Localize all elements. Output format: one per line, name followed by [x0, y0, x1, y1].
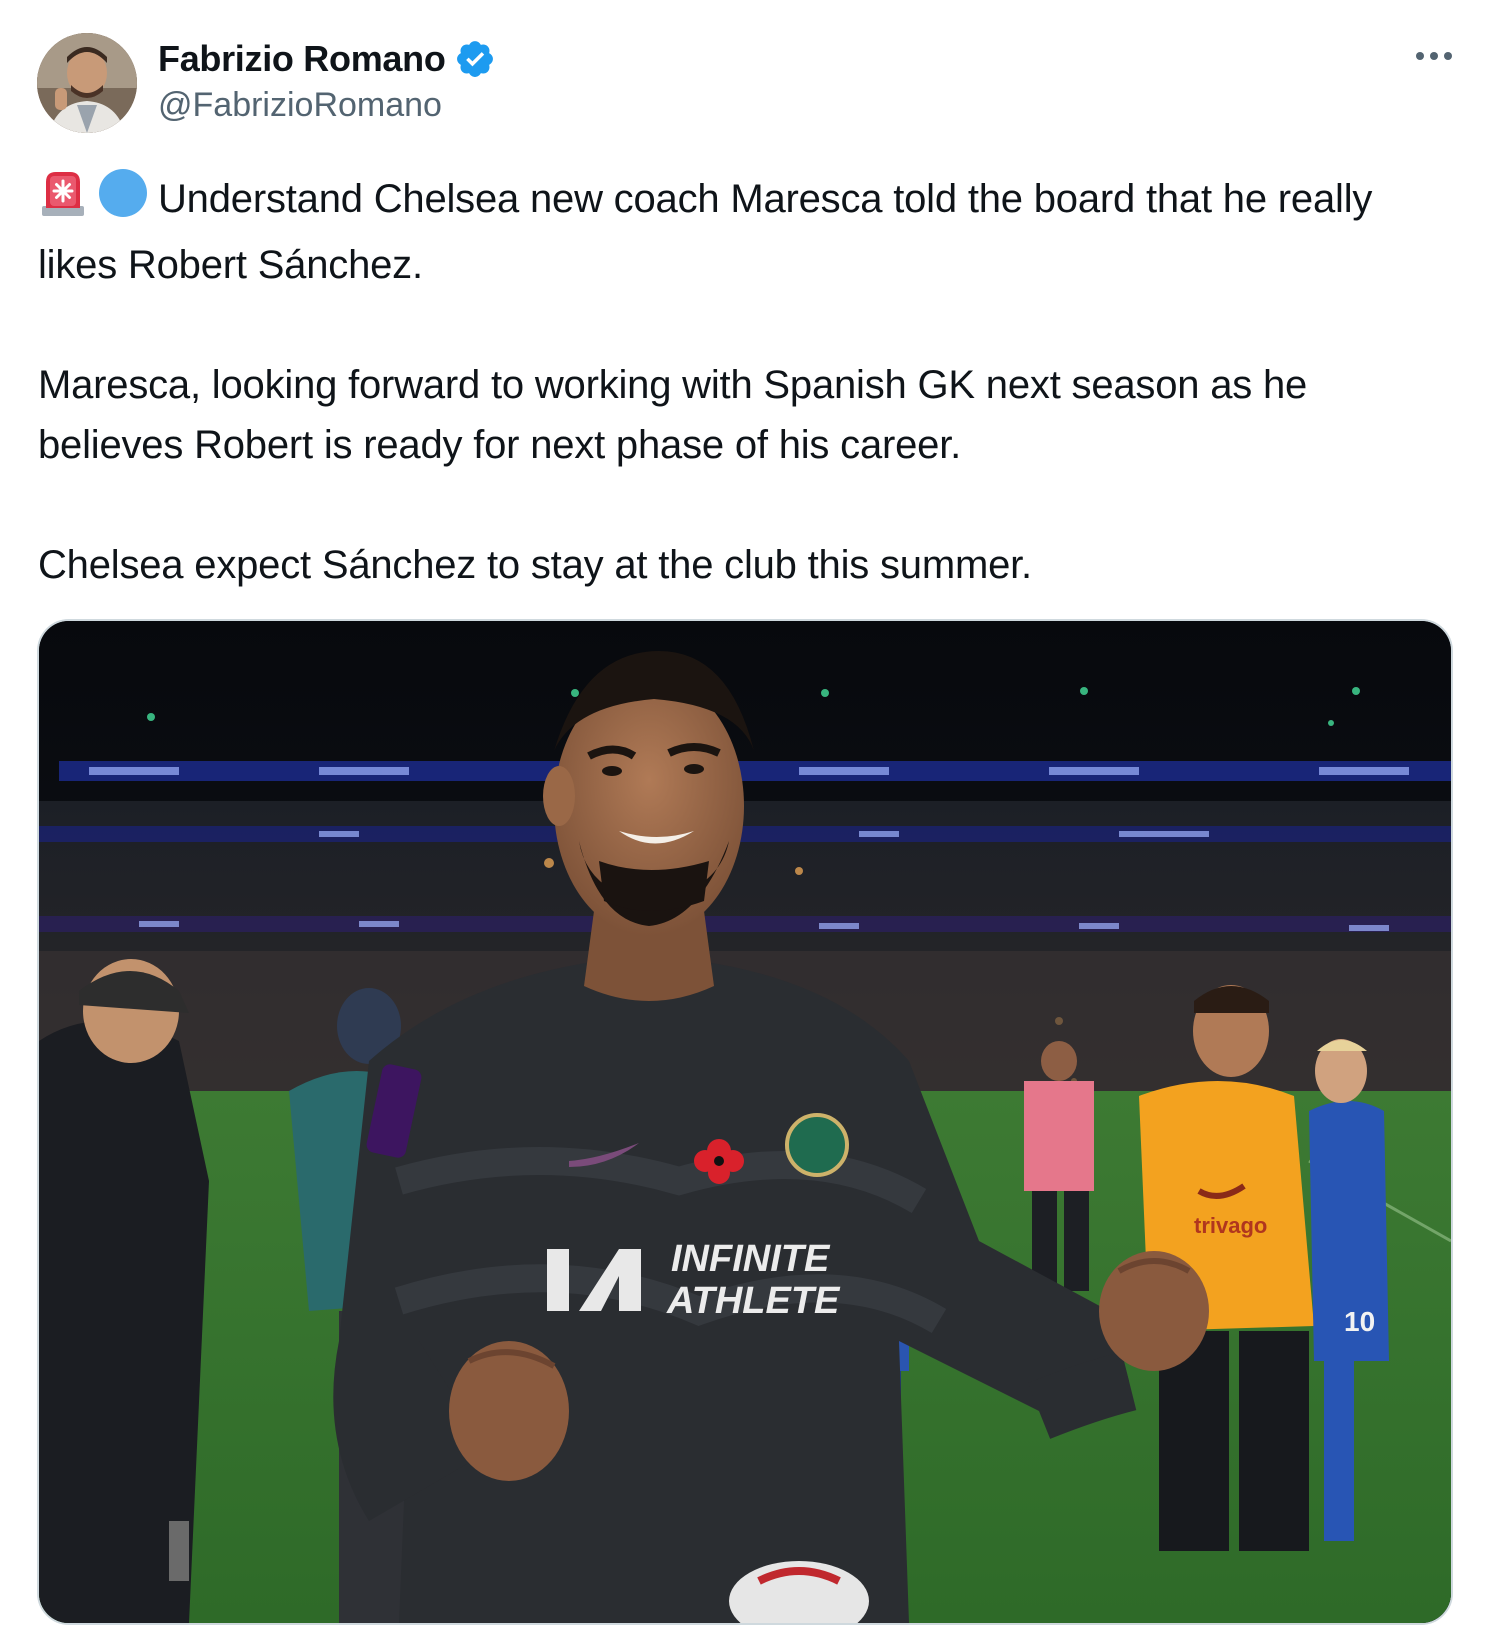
- more-horizontal-icon: [1416, 52, 1452, 60]
- kit-sponsor-text-1: INFINITE: [671, 1238, 831, 1280]
- goalkeeper-celebration-photo: trivago 10 5: [39, 621, 1451, 1623]
- tweet-media-photo[interactable]: trivago 10 5: [37, 619, 1453, 1625]
- tweet-text: Understand Chelsea new coach Maresca tol…: [38, 168, 1458, 595]
- verified-badge-icon: [454, 38, 496, 80]
- profile-photo: [37, 33, 137, 133]
- tweet-paragraph-2: Maresca, looking forward to working with…: [38, 363, 1308, 467]
- avatar[interactable]: [37, 33, 137, 133]
- tweet-paragraph-3: Chelsea expect Sánchez to stay at the cl…: [38, 543, 1032, 587]
- tweet-card[interactable]: Fabrizio Romano @FabrizioRomano Understa…: [0, 0, 1488, 1640]
- bib-sponsor-text: trivago: [1194, 1213, 1267, 1238]
- blue-circle-icon: [98, 168, 148, 235]
- author-name-row[interactable]: Fabrizio Romano: [158, 34, 496, 84]
- more-options-button[interactable]: [1410, 36, 1458, 76]
- display-name[interactable]: Fabrizio Romano: [158, 38, 446, 80]
- tweet-paragraph-1-text: Understand Chelsea new coach Maresca tol…: [38, 177, 1373, 287]
- tweet-paragraph-1: Understand Chelsea new coach Maresca tol…: [38, 168, 1458, 295]
- rotating-light-icon: [38, 168, 88, 235]
- shirt-number-right: 10: [1344, 1306, 1375, 1337]
- kit-sponsor-text-2: ATHLETE: [666, 1280, 841, 1322]
- author-handle[interactable]: @FabrizioRomano: [158, 86, 442, 125]
